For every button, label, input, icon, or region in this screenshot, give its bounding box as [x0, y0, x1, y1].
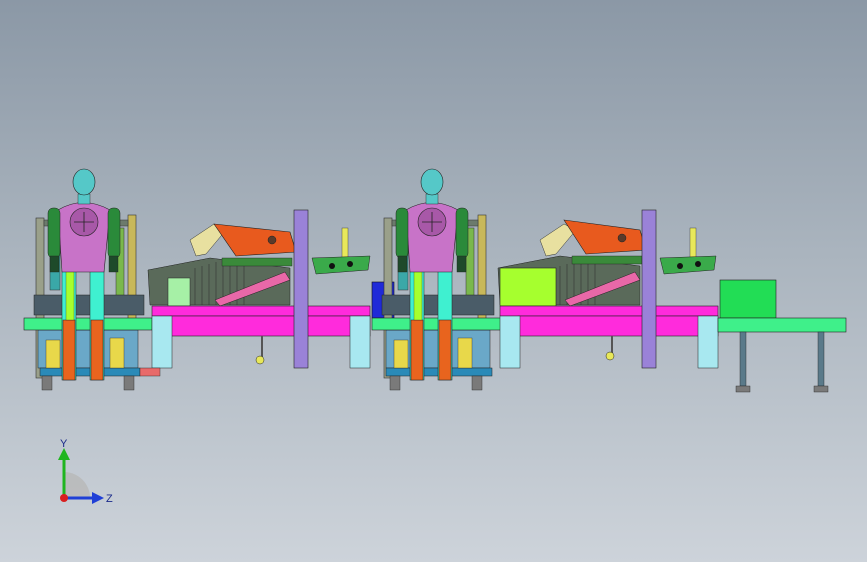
z-axis-label: Z [106, 493, 113, 505]
feed-hopper-left[interactable] [147, 223, 297, 307]
axis-triad[interactable]: Y Z [48, 438, 118, 510]
y-axis-label: Y [60, 438, 68, 450]
x-axis-dot [60, 494, 68, 502]
cad-viewport[interactable]: Y Z [0, 0, 867, 562]
gripper-head-left[interactable] [311, 227, 371, 275]
triad-quadrant [64, 472, 90, 498]
z-arrow-head [92, 492, 104, 504]
assembly-model[interactable] [0, 0, 867, 562]
feed-hopper-right[interactable] [497, 219, 647, 307]
outfeed-conveyor[interactable] [717, 279, 847, 393]
right-station[interactable] [371, 168, 719, 391]
left-station[interactable] [23, 168, 371, 391]
gripper-head-right[interactable] [659, 227, 717, 275]
